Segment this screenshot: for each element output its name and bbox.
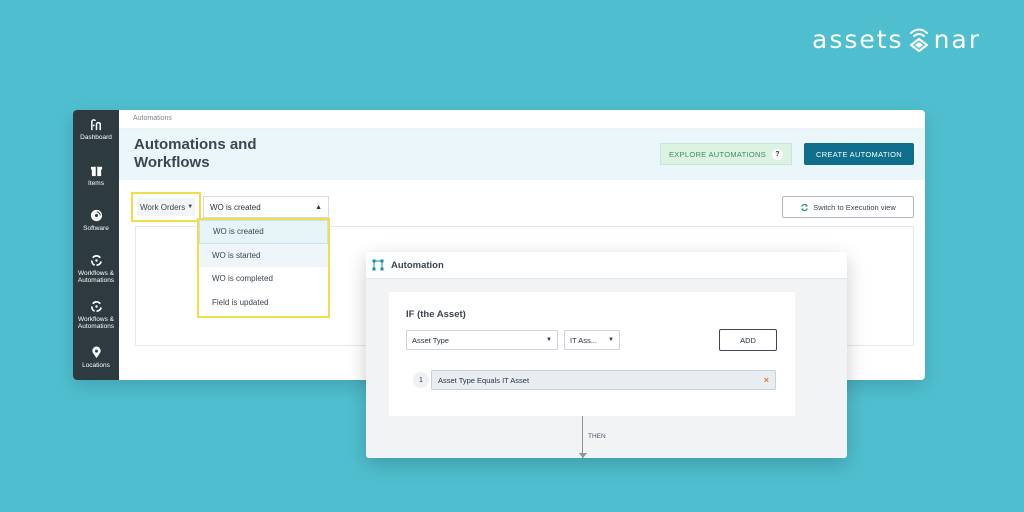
value-select-value: IT Ass...: [570, 335, 597, 345]
field-select[interactable]: Asset Type ▼: [406, 330, 558, 350]
caret-down-icon: ▼: [546, 337, 552, 343]
trigger-select[interactable]: WO is created ▲: [203, 196, 329, 218]
sidebar-item-label: Dashboard: [80, 134, 112, 141]
help-icon: ?: [772, 148, 784, 160]
sidebar-item-label: Locations: [82, 362, 110, 369]
explore-automations-button[interactable]: EXPLORE AUTOMATIONS ?: [660, 143, 792, 165]
page-header: Automations and Workflows EXPLORE AUTOMA…: [119, 129, 925, 180]
refresh-icon: [801, 203, 809, 211]
then-label: THEN: [588, 433, 606, 440]
sidebar-item-label: Software: [83, 225, 109, 232]
condition-chip: Asset Type Equals IT Asset ×: [431, 370, 776, 390]
arrow-down-icon: [579, 453, 587, 458]
value-select[interactable]: IT Ass... ▼: [564, 330, 620, 350]
workflow-cycle-icon: [90, 255, 102, 266]
automation-card-header: Automation: [366, 252, 847, 279]
entity-select[interactable]: Work Orders ▼: [137, 198, 195, 216]
automation-card-title: Automation: [391, 259, 444, 271]
breadcrumb[interactable]: Automations: [119, 110, 925, 129]
brand-text-end: nar: [933, 24, 982, 54]
brand-logo: assets nar: [812, 24, 981, 54]
remove-icon[interactable]: ×: [764, 375, 769, 385]
switch-button-label: Switch to Execution view: [813, 202, 896, 212]
caret-up-icon: ▲: [315, 203, 322, 211]
switch-execution-view-button[interactable]: Switch to Execution view: [782, 196, 914, 218]
workflow-cycle-icon: [90, 301, 102, 312]
gift-box-icon: [90, 166, 102, 177]
entity-select-value: Work Orders: [140, 202, 186, 212]
flow-connector: [582, 416, 583, 458]
brand-text-start: assets: [812, 24, 904, 54]
sidebar-item-software[interactable]: Software: [73, 209, 119, 232]
sidebar-item-workflows[interactable]: Workflows & Automations: [73, 254, 119, 284]
automation-card: Automation IF (the Asset) Asset Type ▼ I…: [366, 252, 847, 458]
sidebar-item-label: Workflows & Automations: [77, 270, 115, 284]
sidebar-item-workflows-2[interactable]: Workflows & Automations: [73, 300, 119, 330]
automation-nodes-icon: [372, 259, 384, 271]
sidebar-item-items[interactable]: Items: [73, 164, 119, 187]
add-condition-button[interactable]: ADD: [719, 329, 777, 351]
sidebar: Dashboard Items Software Workflows & Aut…: [73, 110, 119, 380]
explore-button-label: EXPLORE AUTOMATIONS: [668, 149, 767, 159]
entity-select-highlight: Work Orders ▼: [131, 192, 201, 222]
create-automation-button[interactable]: CREATE AUTOMATION: [804, 143, 914, 165]
trigger-dropdown-menu: WO is created WO is started WO is comple…: [197, 218, 330, 318]
dropdown-option-field-updated[interactable]: Field is updated: [199, 291, 328, 315]
dropdown-option-wo-started[interactable]: WO is started: [199, 243, 328, 267]
condition-number: 1: [413, 372, 429, 388]
sidebar-item-label: Workflows & Automations: [77, 316, 115, 330]
caret-down-icon: ▼: [608, 337, 614, 343]
if-condition-panel: IF (the Asset) Asset Type ▼ IT Ass... ▼ …: [389, 292, 795, 416]
dropdown-option-wo-created[interactable]: WO is created: [199, 220, 328, 244]
location-pin-icon: [91, 346, 101, 359]
condition-text: Asset Type Equals IT Asset: [438, 375, 530, 385]
software-disc-icon: [90, 209, 102, 222]
dropdown-option-wo-completed[interactable]: WO is completed: [199, 267, 328, 291]
field-select-value: Asset Type: [412, 335, 449, 345]
wifi-diamond-icon: [909, 28, 928, 53]
sidebar-item-dashboard[interactable]: Dashboard: [73, 118, 119, 141]
trigger-select-value: WO is created: [210, 202, 261, 212]
if-title: IF (the Asset): [406, 309, 466, 320]
page-title: Automations and Workflows: [134, 136, 257, 171]
dashboard-icon: [90, 119, 101, 131]
caret-down-icon: ▼: [187, 204, 194, 210]
sidebar-item-locations[interactable]: Locations: [73, 346, 119, 369]
sidebar-item-label: Items: [88, 180, 104, 187]
